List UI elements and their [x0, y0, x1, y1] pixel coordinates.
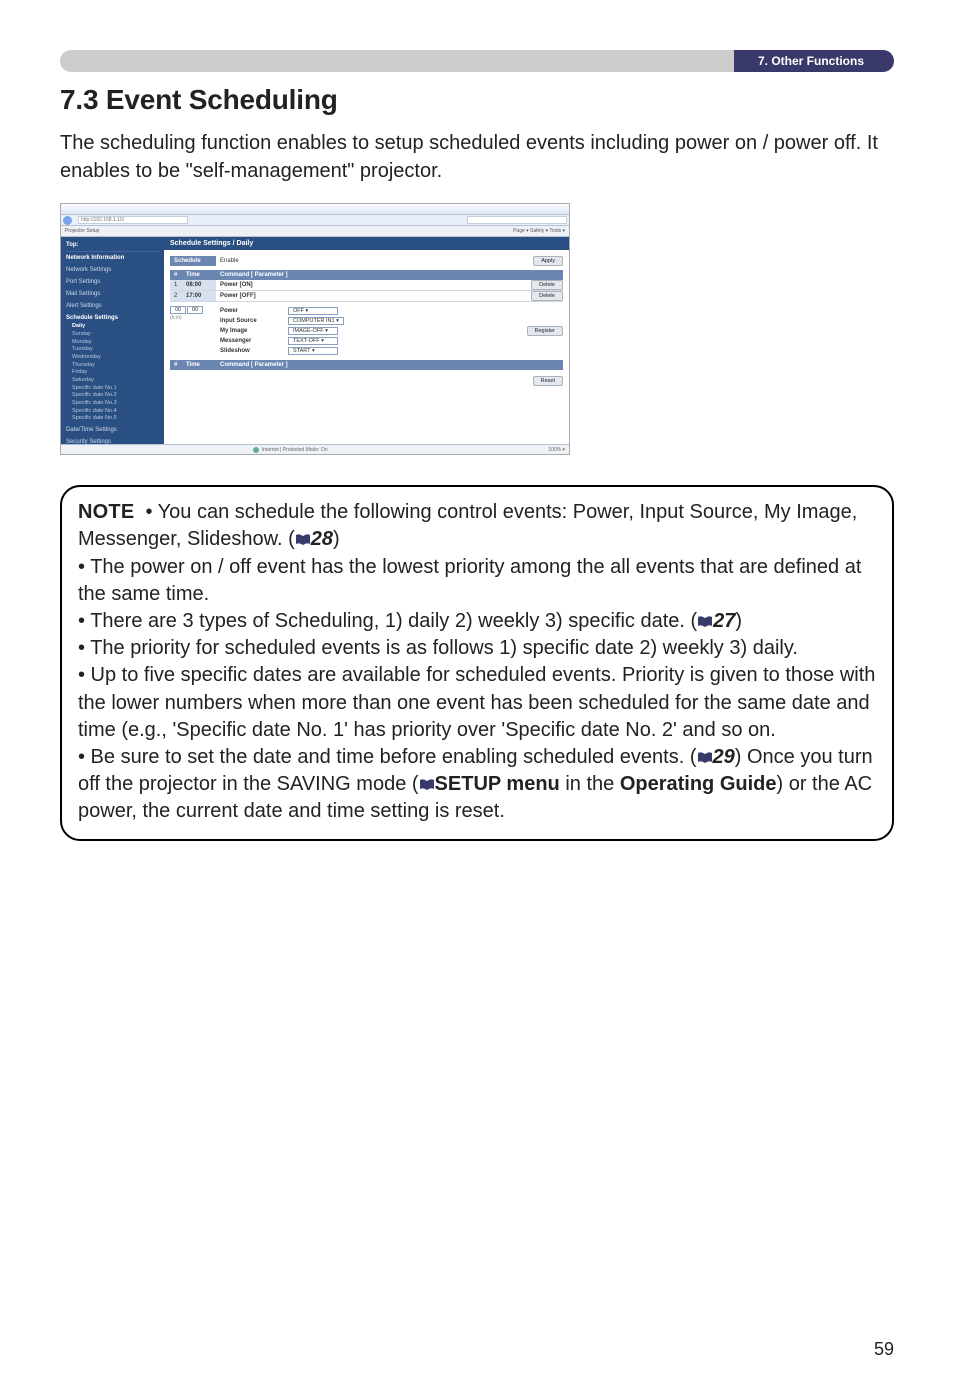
- row2-num: 2: [170, 291, 182, 301]
- browser-nav: http://192.168.1.10/: [61, 215, 569, 226]
- opt-power-label: Power: [216, 306, 288, 316]
- opt-slideshow-select: START ▾: [288, 347, 338, 355]
- sidebar-saturday: Saturday: [72, 377, 159, 385]
- sidebar-tuesday: Tuesday: [72, 346, 159, 354]
- book-icon: [697, 616, 713, 628]
- note-b1-ref: 28: [311, 528, 333, 550]
- sidebar-friday: Friday: [72, 369, 159, 377]
- opt-input-label: Input Source: [216, 316, 288, 326]
- row1-time: 08:00: [182, 280, 216, 290]
- opt-messenger-select: TEXT-OFF ▾: [288, 337, 338, 345]
- sidebar-spec1: Specific date No.1: [72, 385, 159, 393]
- intro-text: The scheduling function enables to setup…: [60, 130, 894, 185]
- sidebar-daily: Daily: [72, 323, 159, 331]
- sidebar-network-info: Network Information: [66, 254, 159, 263]
- note-b3-pre: • There are 3 types of Scheduling, 1) da…: [78, 610, 697, 632]
- col2-time: Time: [182, 360, 216, 370]
- schedule-settings-screenshot: http://192.168.1.10/ Projector Setup Pag…: [60, 203, 570, 455]
- row1-delete-button: Delete: [531, 280, 563, 290]
- sidebar-top: Top:: [66, 241, 159, 252]
- sidebar-spec5: Specific date No.5: [72, 415, 159, 423]
- col2-num: #: [170, 360, 182, 370]
- book-icon: [295, 534, 311, 546]
- sidebar-spec3: Specific date No.3: [72, 400, 159, 408]
- apply-button: Apply: [533, 256, 563, 266]
- note-b6-ref: 29: [713, 746, 735, 768]
- col-num: #: [170, 270, 182, 280]
- note-b6-pre: • Be sure to set the date and time befor…: [78, 746, 697, 768]
- note-b5: • Up to five specific dates are availabl…: [78, 662, 876, 744]
- row2-delete-button: Delete: [531, 291, 563, 301]
- row2-time: 17:00: [182, 291, 216, 301]
- note-label: NOTE: [78, 501, 134, 523]
- schedule-th: Schedule: [170, 256, 216, 266]
- opt-messenger-label: Messenger: [216, 336, 288, 346]
- status-mid: Internet | Protected Mode: On: [252, 446, 328, 454]
- note-box: NOTE • You can schedule the following co…: [60, 485, 894, 841]
- status-zoom: 100% ▾: [548, 447, 565, 453]
- opt-power-select: OFF ▾: [288, 307, 338, 315]
- new-time-sep: (h:m): [170, 315, 216, 321]
- register-button: Register: [527, 326, 563, 336]
- sidebar: Top: Network Information Network Setting…: [61, 237, 164, 444]
- toolbar-right: Page ▾ Safety ▾ Tools ▾: [513, 228, 565, 234]
- note-b2: • The power on / off event has the lowes…: [78, 554, 876, 608]
- browser-toolbar: Projector Setup Page ▾ Safety ▾ Tools ▾: [61, 226, 569, 237]
- note-b6-guide: Operating Guide: [620, 773, 777, 795]
- window-titlebar: [61, 204, 569, 215]
- sidebar-thursday: Thursday: [72, 362, 159, 370]
- search-box: [467, 216, 567, 224]
- new-hour-input: 00: [170, 306, 186, 314]
- enable-label: Enable: [216, 256, 416, 266]
- note-b6-setup: SETUP menu: [435, 773, 560, 795]
- opt-myimage-label: My Image: [216, 326, 288, 336]
- reset-button: Reset: [533, 376, 563, 386]
- row1-num: 1: [170, 280, 182, 290]
- sidebar-security: Security Settings: [66, 438, 159, 447]
- sidebar-port-settings: Port Settings: [66, 278, 159, 287]
- new-min-input: 00: [187, 306, 203, 314]
- page-title: 7.3 Event Scheduling: [60, 84, 894, 116]
- sidebar-alert-settings: Alert Settings: [66, 302, 159, 311]
- back-icon: [63, 216, 72, 225]
- col2-cmd: Command [ Parameter ]: [216, 360, 416, 370]
- sidebar-network-settings: Network Settings: [66, 266, 159, 275]
- sidebar-date-time: Date/Time Settings: [66, 426, 159, 435]
- url-bar: http://192.168.1.10/: [78, 216, 188, 224]
- note-b3-post: ): [735, 610, 742, 632]
- header-bar: 7. Other Functions: [60, 50, 894, 72]
- row2-cmd: Power [OFF]: [216, 291, 416, 301]
- opt-slideshow-label: Slideshow: [216, 346, 288, 356]
- note-b3-ref: 27: [713, 610, 735, 632]
- col-time: Time: [182, 270, 216, 280]
- col-cmd: Command [ Parameter ]: [216, 270, 416, 280]
- book-icon: [697, 752, 713, 764]
- sidebar-spec2: Specific date No.2: [72, 392, 159, 400]
- main-panel: Schedule Settings / Daily Schedule Enabl…: [164, 237, 569, 444]
- sidebar-sunday: Sunday: [72, 331, 159, 339]
- sidebar-monday: Monday: [72, 339, 159, 347]
- opt-input-select: COMPUTER IN1 ▾: [288, 317, 344, 325]
- sidebar-wednesday: Wednesday: [72, 354, 159, 362]
- note-b1-post: ): [333, 528, 340, 550]
- tab-label: Projector Setup: [65, 228, 99, 234]
- sidebar-mail-settings: Mail Settings: [66, 290, 159, 299]
- note-b6-mid: in the: [560, 773, 620, 795]
- book-icon: [419, 779, 435, 791]
- note-b4: • The priority for scheduled events is a…: [78, 635, 876, 662]
- note-b1-pre: • You can schedule the following control…: [78, 501, 857, 550]
- sidebar-schedule-settings: Schedule Settings: [66, 314, 159, 323]
- sidebar-spec4: Specific date No.4: [72, 408, 159, 416]
- opt-myimage-select: IMAGE-OFF ▾: [288, 327, 338, 335]
- row1-cmd: Power [ON]: [216, 280, 416, 290]
- chapter-tag: 7. Other Functions: [734, 50, 894, 72]
- section-title: Schedule Settings / Daily: [164, 237, 569, 250]
